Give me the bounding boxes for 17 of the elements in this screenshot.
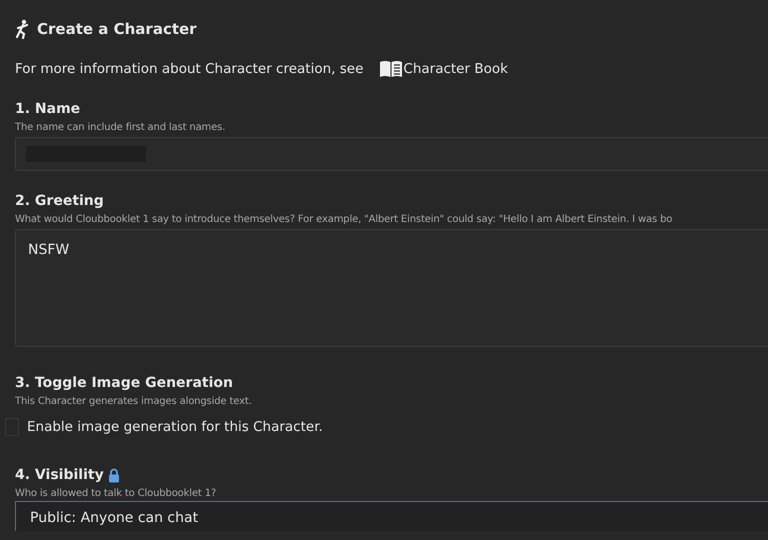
section-heading: 1. Name: [15, 100, 80, 119]
book-icon: [379, 60, 404, 78]
name-field[interactable]: [15, 136, 768, 171]
page-title: Create a Character: [37, 19, 197, 40]
greeting-field[interactable]: NSFW: [15, 228, 768, 347]
field-hint: What would Cloubbooklet 1 say to introduce themselves? For example, "Albert Einstein" could say: "Hello I am Albert Einstein. I was bo: [15, 212, 674, 227]
field-hint: Who is allowed to talk to Cloubbooklet 1?: [15, 487, 218, 501]
running-figure-icon: [15, 19, 29, 40]
checkbox-label: Enable image generation for this Character.: [27, 418, 323, 437]
character-book-link[interactable]: Character Book: [379, 58, 508, 79]
section-heading: 4. Visibility: [15, 466, 104, 485]
field-hint: This Character generates images alongside text.: [15, 394, 253, 409]
section-heading: 2. Greeting: [15, 192, 104, 211]
field-hint: The name can include first and last names.: [15, 120, 226, 135]
info-text: For more information about Character creation, see: [15, 60, 364, 78]
visibility-select[interactable]: Public: Anyone can chat: [15, 501, 768, 531]
section-heading: 3. Toggle Image Generation: [15, 374, 233, 393]
